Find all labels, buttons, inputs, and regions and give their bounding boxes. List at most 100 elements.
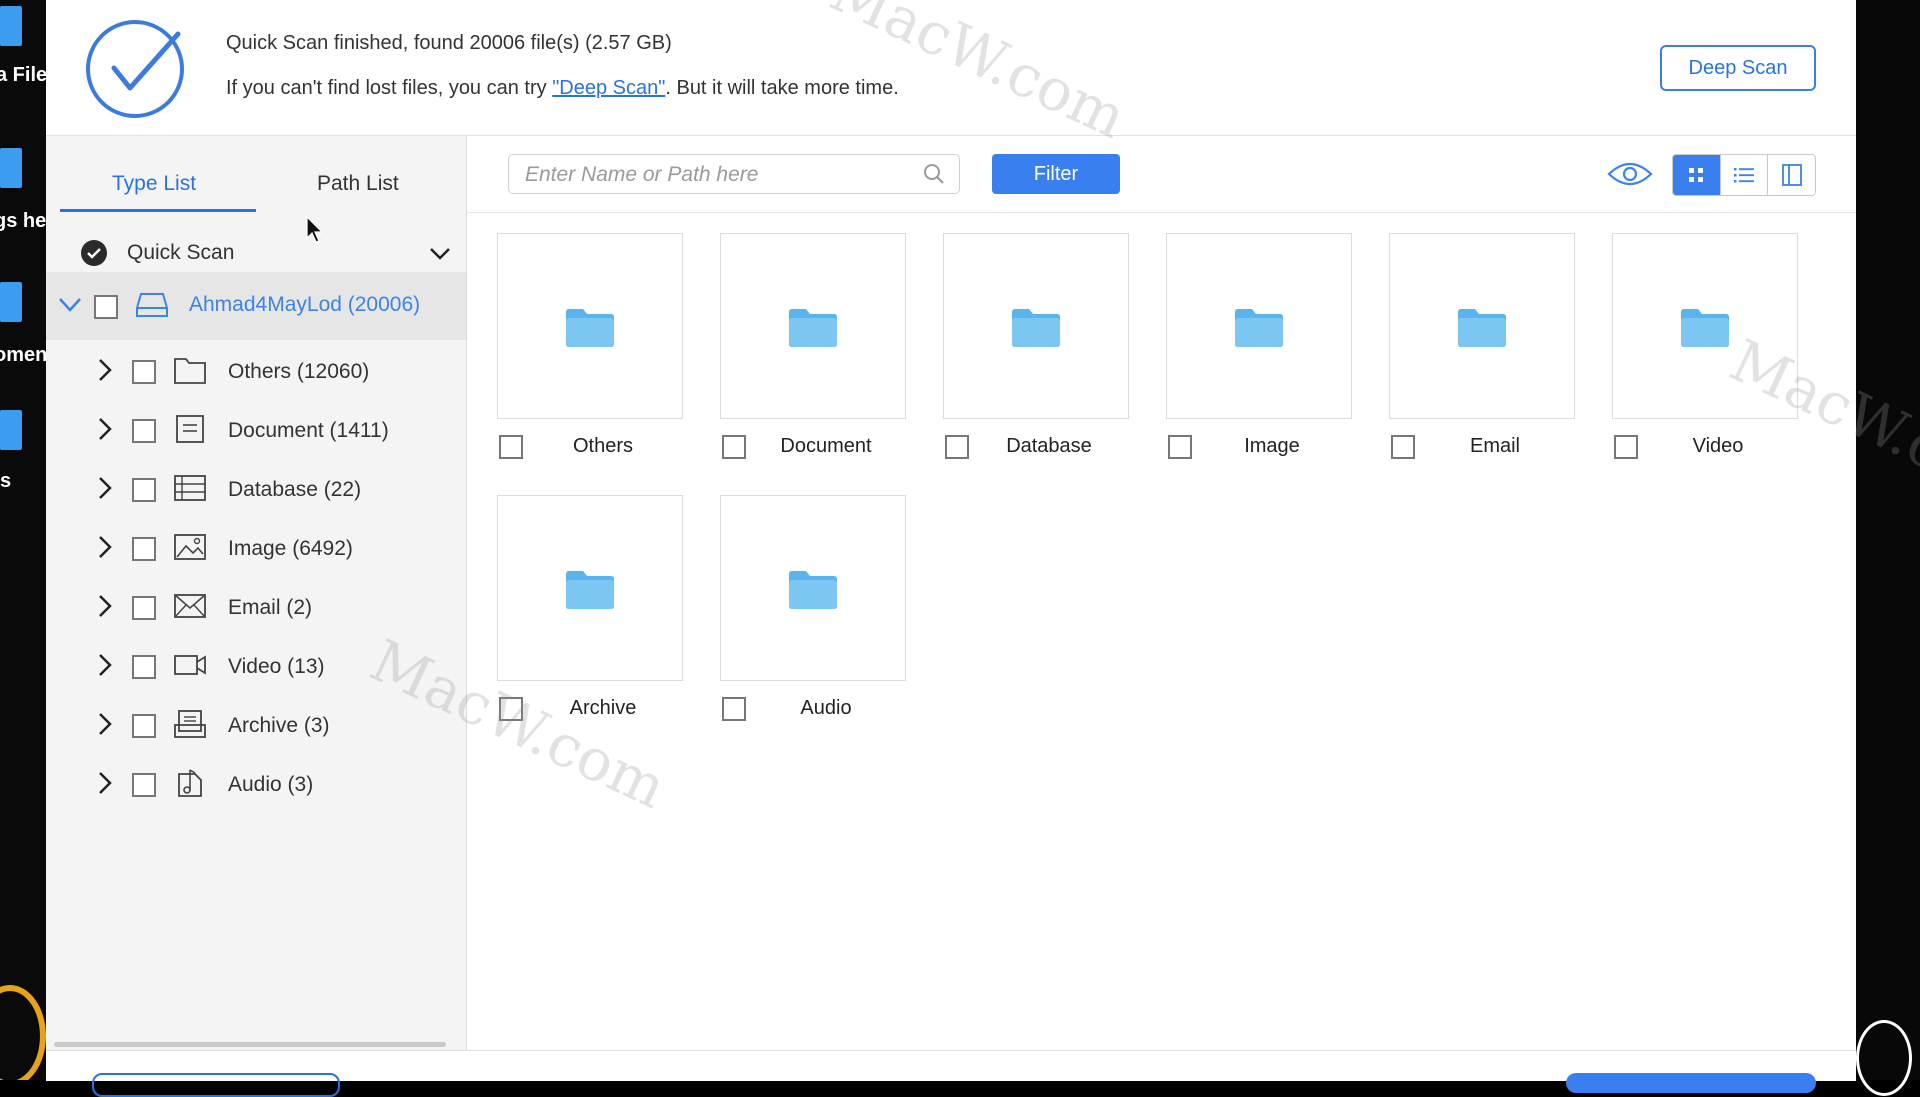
tile-preview[interactable]	[497, 495, 683, 681]
tile-preview[interactable]	[720, 233, 906, 419]
folder-icon	[789, 571, 837, 609]
deep-scan-hint: If you can't find lost files, you can tr…	[226, 77, 899, 100]
desktop-left-strip: a File gs he omen s	[0, 0, 46, 1080]
preview-eye-icon[interactable]	[1607, 158, 1653, 190]
category-row-archive[interactable]: Archive (3)	[46, 696, 466, 756]
columns-icon	[1781, 164, 1802, 186]
category-checkbox[interactable]	[132, 596, 156, 620]
recover-button[interactable]	[1566, 1073, 1816, 1093]
desktop-file-icon[interactable]	[0, 148, 22, 188]
category-label: Others (12060)	[228, 360, 370, 383]
active-tab-indicator	[60, 209, 256, 212]
chevron-right-icon[interactable]	[97, 653, 113, 677]
desktop-file-icon[interactable]	[0, 410, 22, 450]
desktop-label-2[interactable]: gs he	[0, 210, 46, 233]
tile-checkbox[interactable]	[1614, 435, 1638, 459]
desktop-dock-icon-right[interactable]	[1856, 1020, 1912, 1096]
scan-status-text: Quick Scan finished, found 20006 file(s)…	[226, 32, 672, 54]
category-row-video[interactable]: Video (13)	[46, 637, 466, 697]
tile-checkbox[interactable]	[1391, 435, 1415, 459]
bottom-action-bar	[46, 1050, 1856, 1097]
grid-view-button[interactable]	[1673, 155, 1721, 195]
category-label: Audio (3)	[228, 773, 314, 796]
category-checkbox[interactable]	[132, 360, 156, 384]
desktop-dock-icon[interactable]	[0, 985, 46, 1080]
category-row-audio[interactable]: Audio (3)	[46, 755, 466, 815]
desktop-file-icon[interactable]	[0, 6, 22, 46]
tile-preview[interactable]	[497, 233, 683, 419]
database-icon	[174, 475, 206, 501]
app-window: Quick Scan finished, found 20006 file(s)…	[46, 0, 1856, 1097]
chevron-right-icon[interactable]	[97, 535, 113, 559]
category-label: Video (13)	[228, 655, 325, 678]
tile-label: Document	[780, 435, 872, 457]
category-checkbox[interactable]	[132, 537, 156, 561]
tile-preview[interactable]	[1612, 233, 1798, 419]
deep-scan-link[interactable]: "Deep Scan"	[552, 77, 665, 99]
category-row-image[interactable]: Image (6492)	[46, 519, 466, 579]
tile-preview[interactable]	[720, 495, 906, 681]
category-row-database[interactable]: Database (22)	[46, 460, 466, 520]
desktop-right-strip	[1856, 0, 1920, 1080]
email-icon	[174, 594, 206, 618]
category-checkbox[interactable]	[132, 419, 156, 443]
tile-preview[interactable]	[1389, 233, 1575, 419]
list-icon	[1734, 168, 1754, 183]
toolbar-divider	[467, 212, 1856, 213]
chevron-right-icon[interactable]	[97, 594, 113, 618]
drive-row[interactable]: Ahmad4MayLod (20006)	[46, 272, 466, 340]
tab-path-list[interactable]: Path List	[317, 172, 399, 196]
deep-scan-button[interactable]: Deep Scan	[1660, 45, 1816, 91]
folder-icon	[1458, 309, 1506, 347]
search-box[interactable]	[508, 154, 960, 194]
tile-checkbox[interactable]	[499, 697, 523, 721]
filter-button[interactable]: Filter	[992, 154, 1120, 194]
chevron-down-icon[interactable]	[429, 247, 451, 261]
list-view-button[interactable]	[1720, 155, 1769, 195]
tile-label: Image	[1244, 435, 1300, 457]
category-checkbox[interactable]	[132, 478, 156, 502]
back-button[interactable]	[92, 1073, 340, 1097]
tile-checkbox[interactable]	[499, 435, 523, 459]
category-label: Image (6492)	[228, 537, 353, 560]
chevron-down-icon[interactable]	[58, 297, 82, 313]
tile-preview[interactable]	[943, 233, 1129, 419]
chevron-right-icon[interactable]	[97, 771, 113, 795]
tile-label: Audio	[800, 697, 852, 719]
hard-drive-icon	[136, 293, 168, 317]
archive-icon	[174, 710, 206, 738]
tab-type-list[interactable]: Type List	[112, 172, 196, 196]
tile-preview[interactable]	[1166, 233, 1352, 419]
category-checkbox[interactable]	[132, 655, 156, 679]
category-checkbox[interactable]	[132, 714, 156, 738]
column-view-button[interactable]	[1768, 155, 1815, 195]
chevron-right-icon[interactable]	[97, 476, 113, 500]
category-label: Document (1411)	[228, 419, 389, 442]
drive-checkbox[interactable]	[94, 295, 118, 319]
chevron-right-icon[interactable]	[97, 417, 113, 441]
tile-checkbox[interactable]	[722, 435, 746, 459]
tile-checkbox[interactable]	[1168, 435, 1192, 459]
category-row-others[interactable]: Others (12060)	[46, 342, 466, 402]
category-checkbox[interactable]	[132, 773, 156, 797]
tile-label: Video	[1692, 435, 1744, 457]
search-input[interactable]	[523, 161, 907, 189]
tile-checkbox[interactable]	[945, 435, 969, 459]
quick-scan-label: Quick Scan	[127, 241, 235, 264]
desktop-file-icon[interactable]	[0, 282, 22, 322]
category-row-document[interactable]: Document (1411)	[46, 401, 466, 461]
desktop-label-4[interactable]: s	[0, 470, 11, 493]
tile-label: Archive	[569, 697, 637, 719]
view-mode-switcher	[1672, 154, 1816, 196]
tile-label: Others	[572, 435, 634, 457]
scan-complete-check-icon	[86, 20, 184, 118]
sidebar-scrollbar[interactable]	[54, 1042, 446, 1047]
chevron-right-icon[interactable]	[97, 358, 113, 382]
desktop-label-1[interactable]: a File	[0, 64, 46, 87]
search-icon[interactable]	[923, 163, 945, 185]
tile-label: Email	[1469, 435, 1520, 457]
tile-checkbox[interactable]	[722, 697, 746, 721]
category-row-email[interactable]: Email (2)	[46, 578, 466, 638]
chevron-right-icon[interactable]	[97, 712, 113, 736]
desktop-label-3[interactable]: omen	[0, 344, 46, 367]
